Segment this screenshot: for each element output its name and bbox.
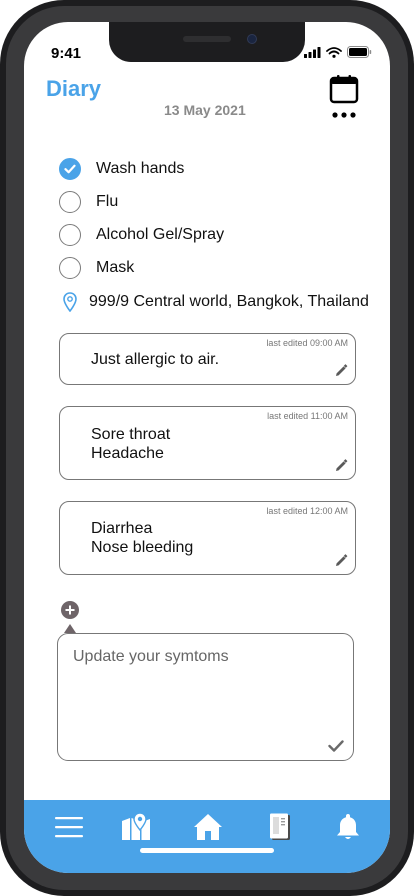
wifi-icon bbox=[326, 46, 342, 58]
nav-menu[interactable] bbox=[54, 812, 84, 842]
more-horizontal-icon bbox=[332, 112, 356, 118]
location-pin-icon bbox=[63, 292, 77, 312]
symptom-input-placeholder: Update your symtoms bbox=[73, 648, 229, 665]
status-bar-time: 9:41 bbox=[51, 45, 82, 62]
checklist-item-mask[interactable]: Mask bbox=[59, 257, 134, 279]
plus-circle-icon bbox=[61, 601, 79, 619]
input-pointer-arrow bbox=[64, 624, 76, 633]
pencil-icon bbox=[336, 459, 348, 471]
edit-note-button[interactable] bbox=[334, 554, 348, 568]
submit-symptom-button[interactable] bbox=[328, 739, 344, 753]
note-text: Sore throat Headache bbox=[91, 426, 171, 462]
bell-icon bbox=[337, 814, 359, 839]
checklist-label: Alcohol Gel/Spray bbox=[96, 226, 225, 243]
note-last-edited: last edited 11:00 AM bbox=[267, 411, 348, 421]
home-icon bbox=[194, 814, 222, 840]
location-address: 999/9 Central world, Bangkok, Thailand bbox=[89, 293, 369, 310]
edit-note-button[interactable] bbox=[334, 364, 348, 378]
notebook-icon bbox=[270, 813, 290, 840]
note-text: Just allergic to air. bbox=[91, 351, 220, 368]
status-bar-icons bbox=[304, 46, 372, 58]
nav-notebook[interactable] bbox=[266, 812, 296, 842]
location-row[interactable]: 999/9 Central world, Bangkok, Thailand bbox=[63, 292, 369, 312]
edit-note-button[interactable] bbox=[334, 459, 348, 473]
checklist-label: Mask bbox=[96, 259, 135, 276]
more-options-button[interactable] bbox=[330, 108, 358, 120]
nav-notifications[interactable] bbox=[333, 812, 363, 842]
menu-icon bbox=[55, 817, 83, 838]
note-card[interactable]: last edited 11:00 AM Sore throat Headach… bbox=[59, 406, 356, 480]
pencil-icon bbox=[336, 364, 348, 376]
checkbox-unchecked[interactable] bbox=[59, 224, 81, 246]
app-screen: 9:41 Diary 13 May 2021 Wash hands Flu Al… bbox=[24, 22, 390, 873]
nav-map[interactable] bbox=[121, 812, 151, 842]
checkbox-unchecked[interactable] bbox=[59, 191, 81, 213]
note-card[interactable]: last edited 09:00 AM Just allergic to ai… bbox=[59, 333, 356, 385]
checkbox-unchecked[interactable] bbox=[59, 257, 81, 279]
checklist-item-flu[interactable]: Flu bbox=[59, 191, 118, 213]
note-last-edited: last edited 12:00 AM bbox=[266, 506, 348, 516]
battery-icon bbox=[347, 46, 372, 58]
checklist-label: Flu bbox=[96, 193, 119, 210]
symptom-input[interactable]: Update your symtoms bbox=[57, 633, 354, 761]
note-card[interactable]: last edited 12:00 AM Diarrhea Nose bleed… bbox=[59, 501, 356, 575]
calendar-button[interactable] bbox=[329, 75, 359, 105]
checkbox-checked[interactable] bbox=[59, 158, 81, 180]
checklist-label: Wash hands bbox=[96, 160, 185, 177]
device-notch bbox=[109, 22, 305, 62]
calendar-icon bbox=[329, 75, 359, 104]
cellular-signal-icon bbox=[304, 46, 321, 58]
note-text: Diarrhea Nose bleeding bbox=[91, 520, 194, 556]
nav-home[interactable] bbox=[193, 812, 223, 842]
checklist-item-alcohol-gel[interactable]: Alcohol Gel/Spray bbox=[59, 224, 224, 246]
add-symptom-button[interactable] bbox=[61, 601, 79, 619]
speaker-grille bbox=[183, 36, 231, 42]
pencil-icon bbox=[336, 554, 348, 566]
checklist-item-wash-hands[interactable]: Wash hands bbox=[59, 158, 184, 180]
checkmark-icon bbox=[64, 164, 76, 174]
map-pin-icon bbox=[122, 813, 150, 840]
bottom-navigation bbox=[24, 800, 390, 873]
front-camera bbox=[247, 34, 257, 44]
note-last-edited: last edited 09:00 AM bbox=[266, 338, 348, 348]
home-indicator bbox=[140, 848, 274, 853]
header-date: 13 May 2021 bbox=[164, 102, 246, 118]
checkmark-icon bbox=[328, 740, 344, 752]
page-title: Diary bbox=[46, 76, 102, 101]
